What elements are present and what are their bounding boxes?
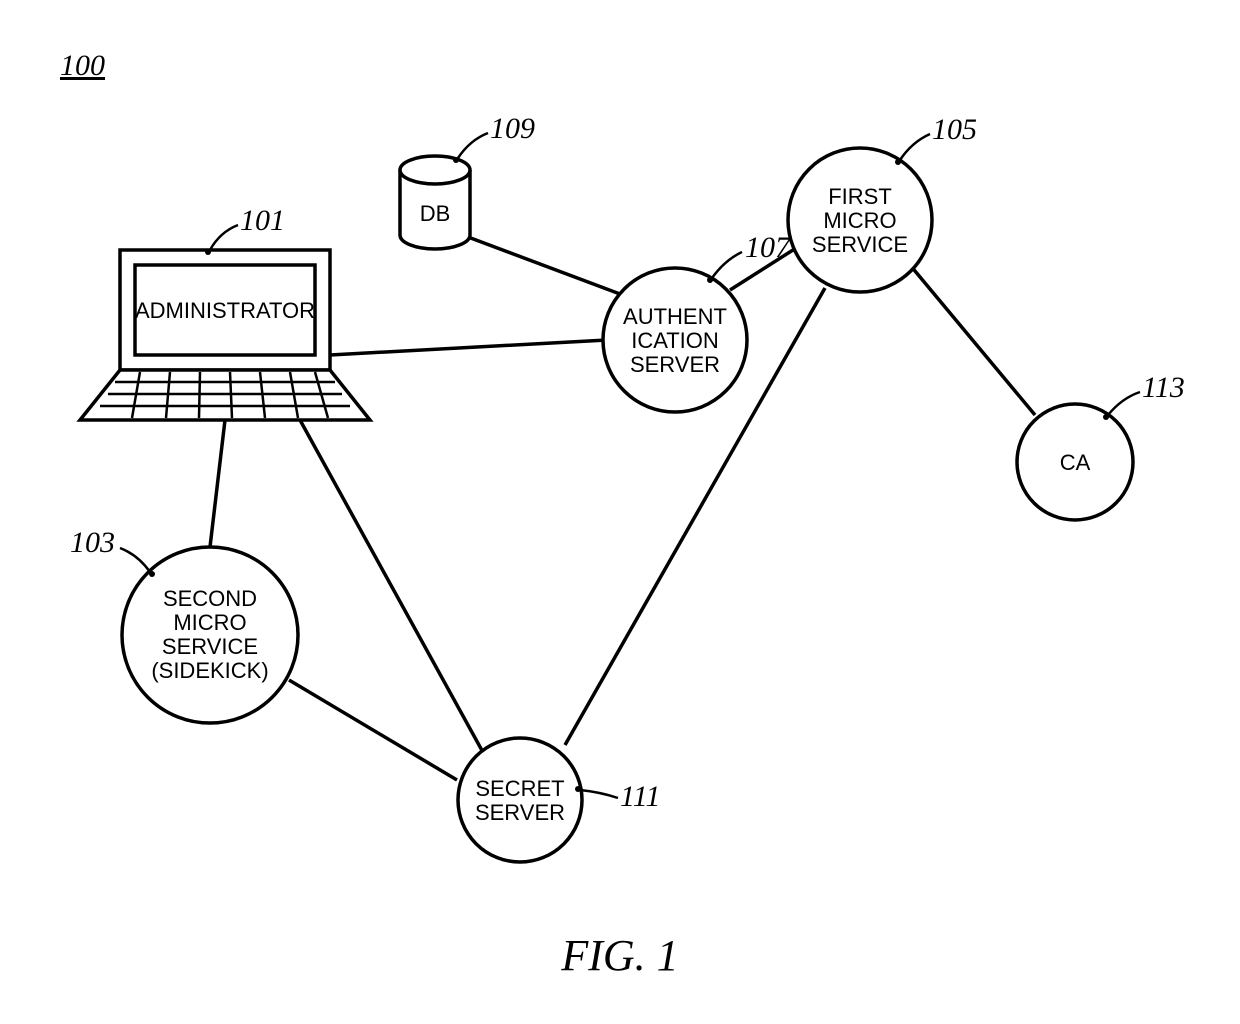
- svg-text:103: 103: [70, 526, 115, 559]
- ref-111: 111: [575, 780, 661, 813]
- node-secret-server: SECRET SERVER: [458, 738, 582, 862]
- ref-109: 109: [453, 112, 535, 163]
- svg-text:109: 109: [490, 112, 535, 145]
- svg-text:MICRO: MICRO: [173, 610, 246, 635]
- diagram-canvas: ADMINISTRATOR 101 DB 109 AUTHENT ICATION…: [0, 0, 1240, 1024]
- edge-first-ca: [910, 265, 1035, 415]
- ca-label: CA: [1060, 450, 1091, 475]
- node-first-micro: FIRST MICRO SERVICE: [788, 148, 932, 292]
- figure-caption: FIG. 1: [560, 931, 678, 980]
- node-ca: CA: [1017, 404, 1133, 520]
- svg-text:FIRST: FIRST: [828, 184, 892, 209]
- ref-105: 105: [895, 113, 977, 165]
- svg-text:SERVICE: SERVICE: [162, 634, 258, 659]
- svg-text:AUTHENT: AUTHENT: [623, 304, 727, 329]
- svg-text:(SIDEKICK): (SIDEKICK): [151, 658, 268, 683]
- svg-text:105: 105: [932, 113, 977, 146]
- svg-text:111: 111: [620, 780, 661, 813]
- administrator-label: ADMINISTRATOR: [135, 298, 315, 323]
- svg-text:107: 107: [745, 231, 792, 264]
- db-label: DB: [420, 201, 451, 226]
- node-administrator: ADMINISTRATOR: [80, 250, 370, 420]
- ref-113: 113: [1103, 371, 1185, 420]
- edge-db-auth: [468, 237, 628, 297]
- svg-text:SECOND: SECOND: [163, 586, 257, 611]
- node-auth-server: AUTHENT ICATION SERVER: [603, 268, 747, 412]
- ref-103: 103: [70, 526, 155, 577]
- svg-text:SERVER: SERVER: [630, 352, 720, 377]
- figure-number: 100: [60, 49, 105, 82]
- svg-text:ICATION: ICATION: [631, 328, 719, 353]
- ref-101: 101: [205, 204, 285, 255]
- ref-107: 107: [707, 231, 792, 283]
- node-second-micro: SECOND MICRO SERVICE (SIDEKICK): [122, 547, 298, 723]
- edge-admin-auth: [330, 340, 607, 355]
- svg-text:SERVER: SERVER: [475, 800, 565, 825]
- svg-text:SERVICE: SERVICE: [812, 232, 908, 257]
- edge-admin-second: [210, 420, 225, 547]
- svg-text:MICRO: MICRO: [823, 208, 896, 233]
- svg-text:101: 101: [240, 204, 285, 237]
- svg-text:SECRET: SECRET: [475, 776, 564, 801]
- edge-admin-secret: [300, 420, 490, 765]
- edge-second-secret: [289, 680, 457, 780]
- node-db: DB: [400, 156, 470, 249]
- svg-text:113: 113: [1142, 371, 1185, 404]
